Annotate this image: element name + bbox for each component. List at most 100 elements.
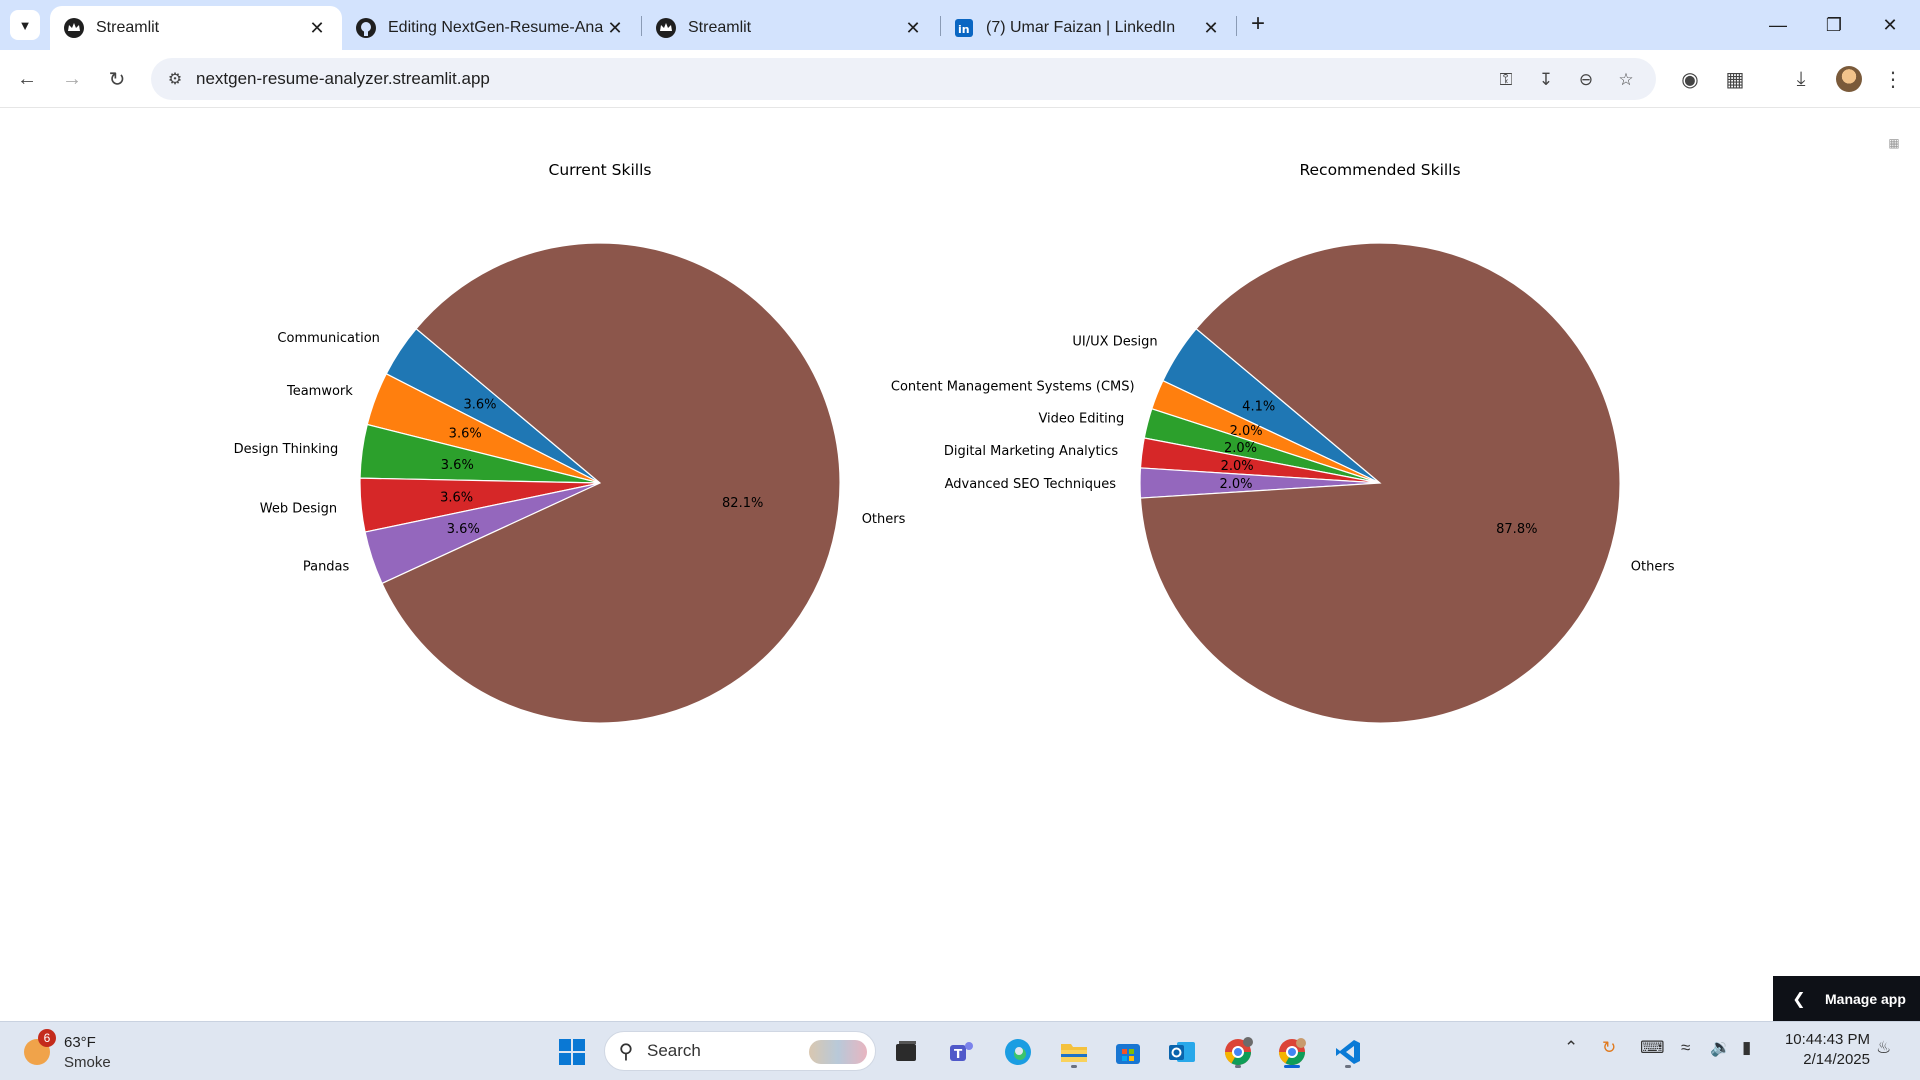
password-key-icon[interactable]: ⚿: [1493, 67, 1519, 93]
pie-percent-label: 2.0%: [1221, 459, 1254, 474]
zoom-out-icon[interactable]: ⊖: [1573, 67, 1599, 93]
skills-pie-charts: Current Skills 3.6% Communication 3.6% Team…: [234, 161, 1675, 724]
pie-slices: 3.6% Communication 3.6% Teamwork 3.6% Design …: [234, 242, 906, 724]
new-tab-button[interactable]: +: [1244, 10, 1272, 38]
svg-text:in: in: [958, 23, 970, 36]
url-text[interactable]: nextgen-resume-analyzer.streamlit.app: [196, 69, 490, 89]
pie-category-label: Others: [862, 512, 906, 527]
reload-icon: ↻: [108, 68, 126, 91]
bookmark-star-icon[interactable]: ☆: [1613, 67, 1639, 93]
github-icon: [356, 18, 376, 38]
pie-chart-current-skills: Current Skills 3.6% Communication 3.6% Team…: [234, 161, 906, 724]
notification-bell-icon[interactable]: ♨: [1876, 1038, 1891, 1058]
weather-badge: 6: [38, 1029, 56, 1047]
pie-category-label: UI/UX Design: [1072, 335, 1157, 350]
windows-taskbar: 6 63°F Smoke ⚲ Search T ⌃ ↻ ⌨ ≈ 🔉 ▮ 10:4…: [0, 1021, 1920, 1080]
pie-category-label: Others: [1631, 559, 1675, 574]
downloads-icon[interactable]: ⤓: [1784, 62, 1818, 96]
keyboard-icon[interactable]: ⌨: [1640, 1038, 1665, 1058]
manage-app-label: Manage app: [1825, 990, 1906, 1007]
restore-window-button[interactable]: ❐: [1806, 8, 1862, 42]
pie-percent-label: 3.6%: [463, 398, 496, 413]
microsoft-store-icon[interactable]: [1108, 1032, 1148, 1072]
search-highlight-image: [809, 1040, 867, 1064]
running-indicator: [1071, 1065, 1077, 1068]
close-tab-icon[interactable]: ✕: [1200, 18, 1222, 39]
running-indicator: [1235, 1065, 1241, 1068]
pie-category-label: Web Design: [260, 502, 337, 517]
arrow-right-icon: →: [62, 67, 82, 90]
minimize-window-button[interactable]: —: [1750, 8, 1806, 42]
vscode-icon[interactable]: [1328, 1032, 1368, 1072]
chart-title: Recommended Skills: [1299, 161, 1460, 179]
close-tab-icon[interactable]: ✕: [306, 18, 328, 39]
tab-streamlit[interactable]: Streamlit ✕: [642, 6, 938, 50]
pie-category-label: Advanced SEO Techniques: [945, 477, 1117, 492]
chrome-profile-icon[interactable]: [1218, 1032, 1258, 1072]
search-placeholder: Search: [647, 1041, 701, 1060]
running-indicator-active: [1284, 1065, 1300, 1068]
tab-title: Editing NextGen-Resume-Analy: [388, 19, 604, 36]
tab-search-button[interactable]: ▼: [10, 10, 40, 40]
tab-separator: [1236, 16, 1237, 36]
taskbar-clock[interactable]: 10:44:43 PM 2/14/2025: [1778, 1030, 1870, 1070]
show-hidden-icons-chevron-icon[interactable]: ⌃: [1564, 1038, 1578, 1058]
edge-icon[interactable]: [998, 1032, 1038, 1072]
reload-button[interactable]: ↻: [100, 62, 134, 96]
pie-slices: 4.1% UI/UX Design 2.0% Content Management S…: [891, 242, 1675, 724]
close-tab-icon[interactable]: ✕: [604, 18, 626, 39]
clock-time: 10:44:43 PM: [1784, 1031, 1870, 1048]
pie-category-label: Communication: [277, 331, 379, 346]
browser-tab-strip: ▼ Streamlit ✕ Editing NextGen-Resume-Ana…: [0, 0, 1920, 50]
wifi-icon[interactable]: ≈: [1681, 1038, 1690, 1058]
tab-title: Streamlit: [96, 19, 160, 36]
manage-app-button[interactable]: ❮ Manage app: [1773, 976, 1920, 1021]
chevron-left-icon: ❮: [1792, 990, 1806, 1008]
pie-percent-label: 2.0%: [1219, 477, 1252, 492]
tab-streamlit-active[interactable]: Streamlit ✕: [50, 6, 342, 50]
pie-percent-label: 3.6%: [449, 426, 482, 441]
extensions-puzzle-icon[interactable]: ▦: [1718, 62, 1752, 96]
taskbar-search-box[interactable]: ⚲ Search: [604, 1031, 876, 1071]
volume-icon[interactable]: 🔉: [1710, 1038, 1731, 1058]
battery-icon[interactable]: ▮: [1742, 1038, 1751, 1058]
pie-category-label: Pandas: [303, 560, 350, 575]
pie-category-label: Teamwork: [286, 384, 353, 399]
teams-icon[interactable]: T: [942, 1032, 982, 1072]
windows-start-icon[interactable]: [552, 1032, 592, 1072]
pie-percent-label: 82.1%: [722, 496, 763, 511]
address-bar[interactable]: ⚙ nextgen-resume-analyzer.streamlit.app …: [151, 58, 1656, 100]
pie-percent-label: 3.6%: [441, 458, 474, 473]
forward-button[interactable]: →: [55, 62, 89, 96]
search-icon: ⚲: [618, 1040, 634, 1063]
weather-widget[interactable]: 6 63°F Smoke: [22, 1029, 162, 1075]
chrome-icon[interactable]: [1272, 1032, 1312, 1072]
svg-text:T: T: [954, 1047, 963, 1061]
install-app-icon[interactable]: ↧: [1533, 67, 1559, 93]
more-menu-icon[interactable]: ⋮: [1876, 62, 1910, 96]
outlook-icon[interactable]: [1162, 1032, 1202, 1072]
sync-icon[interactable]: ↻: [1602, 1038, 1616, 1058]
profile-avatar[interactable]: [1836, 66, 1862, 92]
pie-category-label: Digital Marketing Analytics: [944, 444, 1118, 459]
translate-globe-icon[interactable]: ◉: [1673, 62, 1707, 96]
tab-github-editing[interactable]: Editing NextGen-Resume-Analy ✕: [342, 6, 640, 50]
site-info-icon[interactable]: ⚙: [163, 67, 187, 91]
tab-linkedin[interactable]: in (7) Umar Faizan | LinkedIn ✕: [940, 6, 1236, 50]
pie-category-label: Video Editing: [1038, 411, 1124, 426]
file-explorer-icon[interactable]: [1054, 1032, 1094, 1072]
arrow-left-icon: ←: [17, 67, 37, 90]
weather-condition: Smoke: [64, 1054, 111, 1071]
task-view-icon[interactable]: [886, 1032, 926, 1072]
back-button[interactable]: ←: [10, 62, 44, 96]
streamlit-app-page: ▦ Current Skills 3.6% Communication 3.6% Te…: [0, 109, 1920, 1021]
close-tab-icon[interactable]: ✕: [902, 18, 924, 39]
pie-chart-recommended-skills: Recommended Skills 4.1% UI/UX Design 2.0% C…: [891, 161, 1675, 724]
running-indicator: [1345, 1065, 1351, 1068]
pie-percent-label: 3.6%: [440, 490, 473, 505]
streamlit-crown-icon: [656, 18, 676, 38]
clock-date: 2/14/2025: [1803, 1051, 1870, 1068]
close-window-button[interactable]: ✕: [1862, 8, 1918, 42]
weather-temperature: 63°F: [64, 1034, 96, 1051]
tab-title: Streamlit: [688, 19, 752, 36]
